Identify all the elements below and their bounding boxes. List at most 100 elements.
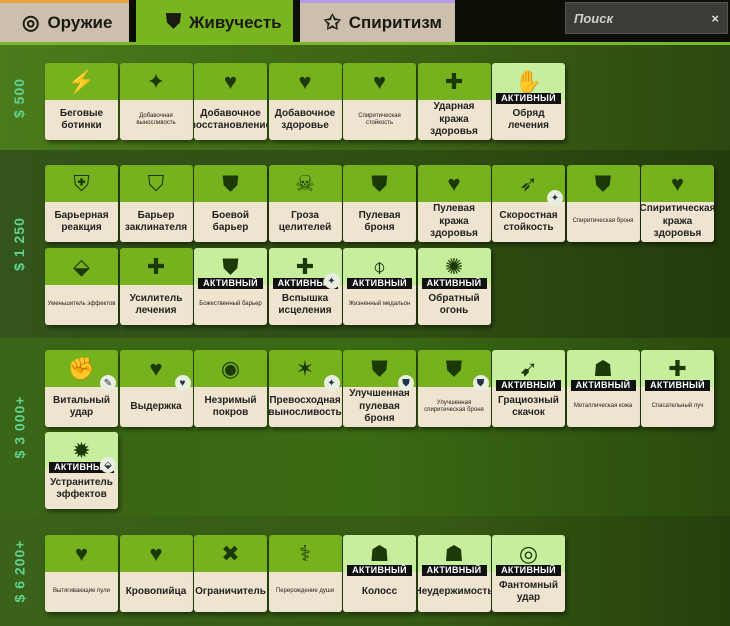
item-icon: ✊ — [67, 355, 96, 381]
item-card[interactable]: ✊ ✎ Витальный удар — [45, 350, 118, 427]
item-card[interactable]: ♥ Спиритическая стойкость — [343, 63, 416, 140]
item-card[interactable]: ☗ АКТИВНЫЙ Металлическая кожа — [566, 350, 640, 427]
item-name: Кровопийца — [119, 572, 193, 612]
item-icon: ♥ — [372, 68, 387, 94]
component-item-icon: ✦ — [323, 375, 340, 391]
item-card[interactable]: ⛨ Барьерная реакция — [45, 165, 118, 242]
item-card[interactable]: ⛊ ⛊ Улучшенная спиритическая броня — [417, 350, 491, 427]
item-icon-area: ✚ АКТИВНЫЙ — [641, 350, 714, 391]
item-card[interactable]: ⛊ Боевой барьер — [194, 165, 267, 242]
item-card[interactable]: ♥ Пулевая кража здоровья — [417, 165, 491, 242]
active-badge: АКТИВНЫЙ — [347, 278, 412, 289]
item-card[interactable]: ⛊ Пулевая броня — [343, 165, 416, 242]
item-name: Добавочная выносливость — [119, 100, 193, 140]
item-card[interactable]: ⛊ ⛊ Улучшенная пулевая броня — [343, 350, 416, 427]
item-card[interactable]: ✚ Ударная кража здоровья — [417, 63, 491, 140]
item-card[interactable]: ✖ Ограничитель — [194, 535, 267, 612]
vitality-shield-icon: ⛊ — [166, 11, 181, 33]
item-icon: ✋ — [514, 68, 543, 94]
item-name: Добавочное восстановление — [194, 100, 267, 140]
item-icon-area: ⛊ — [566, 165, 640, 202]
item-card[interactable]: ✚ Усилитель лечения — [119, 248, 193, 325]
item-card[interactable]: ✶ ✦ Превосходная выносливость — [268, 350, 342, 427]
tab-vitality[interactable]: ⛊ Живучесть — [136, 0, 293, 42]
item-icon: ✚ — [444, 68, 464, 94]
item-card[interactable]: ♥ Вытягивающие пули — [45, 535, 118, 612]
item-icon: ⛊ — [371, 355, 388, 381]
item-card[interactable]: ⚕ Перерождение души — [268, 535, 342, 612]
item-icon-area: ✖ — [194, 535, 267, 572]
item-card[interactable]: ✚ АКТИВНЫЙ Спасательный луч — [641, 350, 714, 427]
item-card[interactable]: ⌽ АКТИВНЫЙ Жизненный медальон — [343, 248, 416, 325]
item-card[interactable]: ⬙ Уменьшитель эффектов — [45, 248, 118, 325]
item-name: Колосс — [343, 572, 416, 612]
item-icon: ☗ — [444, 540, 464, 566]
item-card[interactable]: ✹ АКТИВНЫЙ ⬙ Устранитель эффектов — [45, 432, 118, 509]
item-card[interactable]: ◎ АКТИВНЫЙ Фантомный удар — [492, 535, 565, 612]
item-name: Спиритическая кража здоровья — [641, 202, 714, 242]
item-name: Спасательный луч — [641, 387, 714, 427]
item-icon: ♥ — [74, 540, 89, 566]
item-card[interactable]: ✦ Добавочная выносливость — [119, 63, 193, 140]
item-icon-area: ☠ — [268, 165, 342, 202]
item-icon-area: ♥ — [641, 165, 714, 202]
item-card[interactable]: ♥ Добавочное восстановление — [194, 63, 267, 140]
item-icon-area: ✚ — [417, 63, 491, 100]
item-name: Ударная кража здоровья — [417, 100, 491, 140]
item-card[interactable]: ♥ ♥ Выдержка — [119, 350, 193, 427]
item-icon-area: ➶ ✦ — [492, 165, 565, 206]
item-card[interactable]: ☠ Гроза целителей — [268, 165, 342, 242]
item-icon: ⚕ — [299, 540, 311, 566]
active-badge: АКТИВНЫЙ — [496, 380, 561, 391]
item-card[interactable]: ⛊ Спиритическая броня — [566, 165, 640, 242]
component-item-icon: ✦ — [547, 190, 563, 206]
item-name: Барьер заклинателя — [119, 202, 193, 242]
item-icon: ✺ — [444, 253, 464, 279]
search-box[interactable]: × — [565, 2, 728, 34]
item-name: Выдержка — [119, 387, 193, 427]
item-name: Божественный барьер — [194, 285, 267, 325]
item-card[interactable]: ⛉ Барьер заклинателя — [119, 165, 193, 242]
item-card[interactable]: ⛊ АКТИВНЫЙ Божественный барьер — [194, 248, 267, 325]
item-card[interactable]: ☗ АКТИВНЫЙ Неудержимость — [417, 535, 491, 612]
component-item-icon: ✦ — [323, 273, 340, 289]
item-icon: ✖ — [221, 540, 240, 566]
tier-price-label: $ 3 000+ — [11, 395, 28, 459]
item-card[interactable]: ✚ АКТИВНЫЙ ✦ Вспышка исцеления — [268, 248, 342, 325]
item-card[interactable]: ⚡ Беговые ботинки — [45, 63, 118, 140]
item-icon: ♥ — [149, 540, 163, 566]
item-icon-area: ✋ АКТИВНЫЙ — [492, 63, 565, 104]
item-card[interactable]: ✋ АКТИВНЫЙ Обряд лечения — [492, 63, 565, 140]
item-card[interactable]: ♥ Кровопийца — [119, 535, 193, 612]
item-card[interactable]: ✺ АКТИВНЫЙ Обратный огонь — [417, 248, 491, 325]
tab-spirit[interactable]: ✩ Спиритизм — [300, 0, 455, 42]
item-card[interactable]: ◉ Незримый покров — [194, 350, 267, 427]
item-name: Уменьшитель эффектов — [45, 285, 118, 325]
tab-label: Спиритизм — [348, 12, 442, 32]
component-item-icon: ⛊ — [398, 375, 414, 391]
item-icon: ➹ — [519, 355, 538, 381]
tab-weapon[interactable]: ◎ Оружие — [0, 0, 129, 42]
item-icon-area: ◎ АКТИВНЫЙ — [492, 535, 565, 576]
tier-price-label: $ 500 — [11, 77, 28, 118]
item-icon-area: ☗ АКТИВНЫЙ — [417, 535, 491, 576]
item-name: Боевой барьер — [194, 202, 267, 242]
item-name: Усилитель лечения — [119, 285, 193, 325]
active-badge: АКТИВНЫЙ — [421, 565, 487, 576]
item-name: Скоростная стойкость — [492, 202, 565, 242]
item-name: Витальный удар — [45, 387, 118, 427]
item-name: Неудержимость — [417, 572, 491, 612]
clear-search-icon[interactable]: × — [711, 11, 719, 26]
item-card[interactable]: ♥ Добавочное здоровье — [268, 63, 342, 140]
item-card[interactable]: ☗ АКТИВНЫЙ Колосс — [343, 535, 416, 612]
item-icon-area: ✹ АКТИВНЫЙ ⬙ — [45, 432, 118, 473]
item-icon: ⛨ — [73, 170, 90, 196]
item-icon: ➶ — [519, 170, 538, 196]
item-name: Превосходная выносливость — [268, 387, 342, 427]
search-input[interactable] — [574, 10, 694, 26]
item-card[interactable]: ➶ ✦ Скоростная стойкость — [492, 165, 565, 242]
item-card[interactable]: ➹ АКТИВНЫЙ Грациозный скачок — [492, 350, 565, 427]
item-card[interactable]: ♥ Спиритическая кража здоровья — [641, 165, 714, 242]
tier-price-label: $ 6 200+ — [11, 539, 28, 603]
active-badge: АКТИВНЫЙ — [347, 565, 412, 576]
